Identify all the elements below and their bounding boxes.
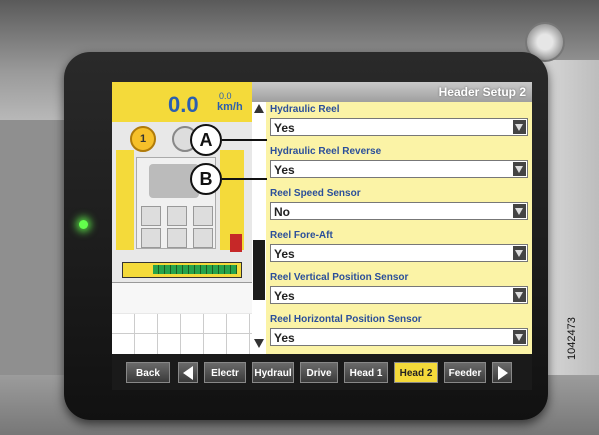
setting-reel-horizontal-position-sensor: Reel Horizontal Position Sensor Yes (266, 312, 532, 354)
level-bar-fill (153, 265, 237, 274)
scroll-down-icon[interactable] (254, 339, 264, 348)
scroll-up-icon[interactable] (254, 104, 264, 113)
alert-indicator (230, 234, 242, 252)
setting-label: Reel Horizontal Position Sensor (270, 314, 422, 325)
chevron-down-icon[interactable] (513, 330, 526, 344)
fan-icon (141, 228, 161, 248)
setting-dropdown[interactable]: Yes (270, 244, 528, 262)
setting-reel-fore-aft: Reel Fore-Aft Yes (266, 228, 532, 270)
chevron-down-icon[interactable] (513, 162, 526, 176)
setting-dropdown[interactable]: Yes (270, 160, 528, 178)
setting-hydraulic-reel: Hydraulic Reel Yes (266, 102, 532, 144)
page-header: Header Setup 2 (252, 82, 532, 102)
setting-dropdown[interactable]: No (270, 202, 528, 220)
gear-indicator: 1 (130, 126, 156, 152)
status-panel: 0.0 0.0 km/h 1 (112, 82, 252, 354)
left-gauge (116, 150, 134, 250)
setting-label: Reel Speed Sensor (270, 188, 361, 199)
arrow-icon (167, 228, 187, 248)
callout-b-line (222, 178, 267, 180)
setting-label: Hydraulic Reel Reverse (270, 146, 382, 157)
feeder-icon (193, 206, 213, 226)
level-bar (122, 262, 242, 278)
speed-small-value: 0.0 (219, 91, 232, 101)
power-led (79, 220, 88, 229)
tab-electr[interactable]: Electr (204, 362, 246, 383)
page-title: Header Setup 2 (438, 85, 526, 99)
setting-reel-vertical-position-sensor: Reel Vertical Position Sensor Yes (266, 270, 532, 312)
nav-prev-icon[interactable] (178, 362, 198, 383)
scroll-thumb[interactable] (253, 240, 265, 300)
back-button[interactable]: Back (126, 362, 170, 383)
reel-icon (167, 206, 187, 226)
settings-list: Hydraulic Reel Yes Hydraulic Reel Revers… (266, 102, 532, 354)
setting-hydraulic-reel-reverse: Hydraulic Reel Reverse Yes (266, 144, 532, 186)
tab-feeder[interactable]: Feeder (444, 362, 486, 383)
setting-dropdown[interactable]: Yes (270, 286, 528, 304)
figure-id: 1042473 (566, 317, 578, 360)
chevron-down-icon[interactable] (513, 288, 526, 302)
nav-next-icon[interactable] (492, 362, 512, 383)
setting-label: Reel Fore-Aft (270, 230, 333, 241)
function-icons-row[interactable] (112, 282, 252, 313)
setting-value: Yes (274, 289, 295, 303)
setting-value: Yes (274, 163, 295, 177)
header-icon (141, 206, 161, 226)
setting-value: No (274, 205, 290, 219)
chevron-down-icon[interactable] (513, 120, 526, 134)
callout-b: B (190, 163, 222, 195)
display-screen: 0.0 0.0 km/h 1 Header Setup 2 Hydraulic … (112, 82, 532, 390)
setting-value: Yes (274, 247, 295, 261)
setting-label: Reel Vertical Position Sensor (270, 272, 409, 283)
callout-a-line (222, 139, 267, 141)
setting-value: Yes (274, 121, 295, 135)
setting-dropdown[interactable]: Yes (270, 328, 528, 346)
chevron-down-icon[interactable] (513, 246, 526, 260)
setting-value: Yes (274, 331, 295, 345)
setting-label: Hydraulic Reel (270, 104, 340, 115)
speed-unit: km/h (217, 101, 243, 113)
tab-hydraul[interactable]: Hydraul (252, 362, 294, 383)
setting-reel-speed-sensor: Reel Speed Sensor No (266, 186, 532, 228)
callout-a: A (190, 124, 222, 156)
speed-banner: 0.0 0.0 km/h (112, 82, 252, 122)
setting-dropdown[interactable]: Yes (270, 118, 528, 136)
tab-head-2[interactable]: Head 2 (394, 362, 438, 383)
tab-drive[interactable]: Drive (300, 362, 338, 383)
tab-head-1[interactable]: Head 1 (344, 362, 388, 383)
sensor-icon (193, 228, 213, 248)
shortcut-grid[interactable] (112, 314, 252, 354)
chevron-down-icon[interactable] (513, 204, 526, 218)
speed-value: 0.0 (168, 92, 199, 117)
bottom-nav: Back Electr Hydraul Drive Head 1 Head 2 … (112, 354, 532, 390)
